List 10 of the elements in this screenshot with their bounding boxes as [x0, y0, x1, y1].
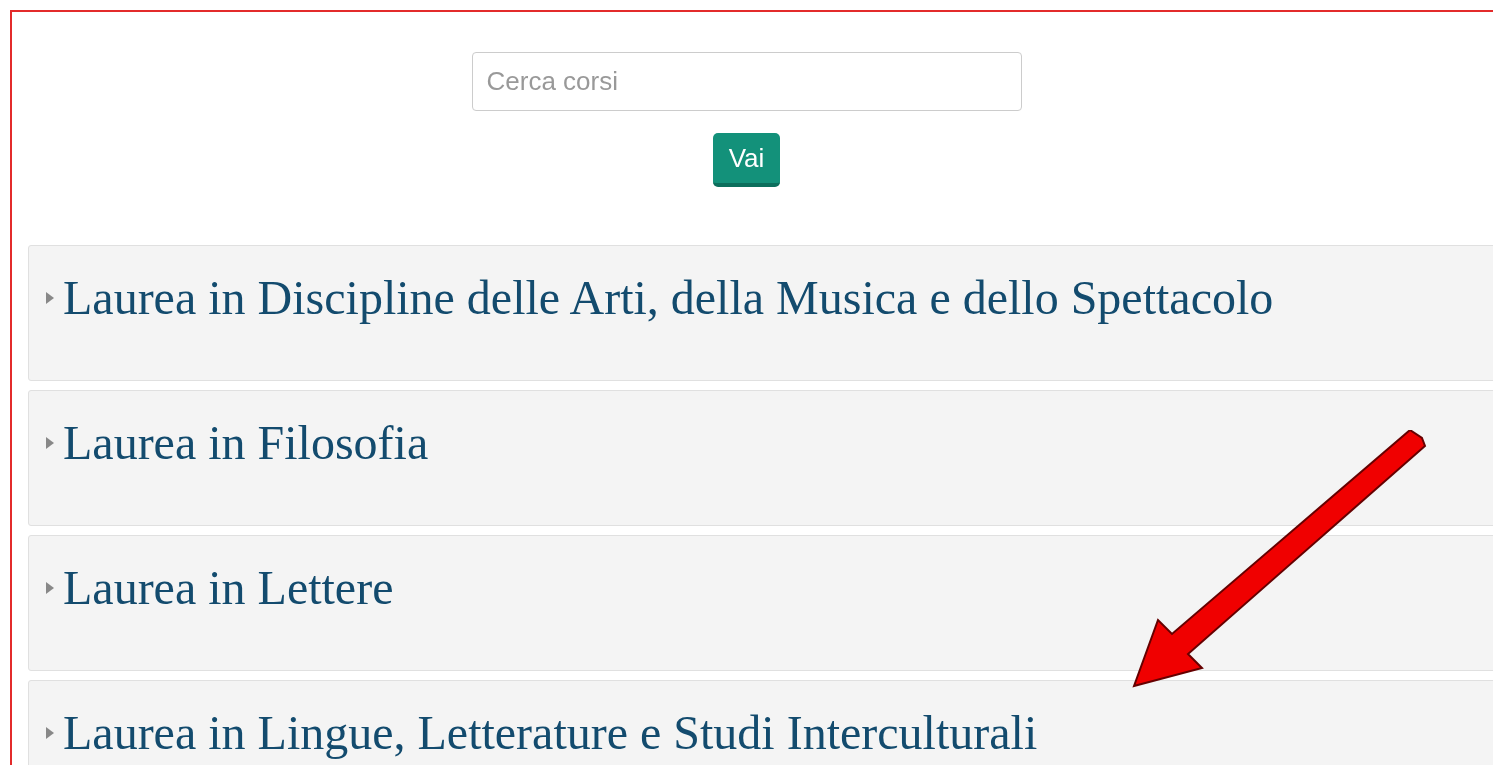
expand-triangle-icon[interactable]: [45, 580, 55, 596]
category-link[interactable]: Laurea in Discipline delle Arti, della Musica e dello Spettacolo: [63, 272, 1274, 324]
expand-triangle-icon[interactable]: [45, 435, 55, 451]
search-button[interactable]: Vai: [712, 133, 781, 187]
search-field[interactable]: Cerca corsi: [471, 52, 1022, 111]
category-link[interactable]: Laurea in Lettere: [63, 562, 394, 614]
category-link[interactable]: Laurea in Lingue, Letterature e Studi Interculturali: [63, 707, 1038, 759]
expand-triangle-icon[interactable]: [45, 290, 55, 306]
category-link[interactable]: Laurea in Filosofia: [63, 417, 429, 469]
expand-triangle-icon[interactable]: [45, 725, 55, 741]
